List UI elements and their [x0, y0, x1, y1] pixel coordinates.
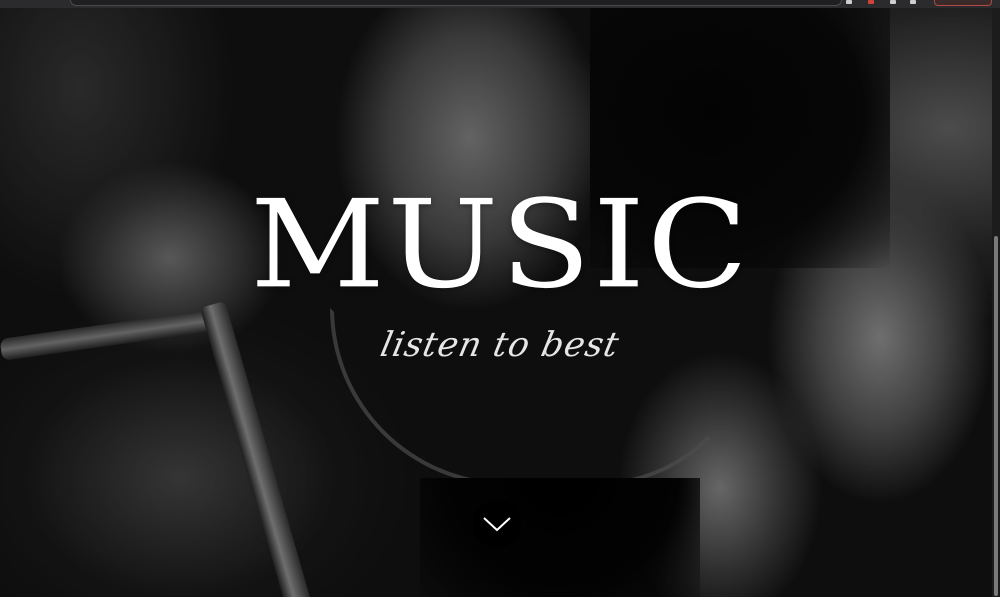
- extension-icon[interactable]: [868, 0, 874, 4]
- scroll-down-button[interactable]: [473, 500, 521, 548]
- profile-button[interactable]: [934, 0, 992, 6]
- scrollbar[interactable]: [992, 8, 1000, 597]
- chevron-down-icon: [483, 517, 511, 532]
- hero-subtitle: listen to best: [376, 325, 624, 365]
- extension-icon[interactable]: [890, 0, 896, 4]
- extension-icon[interactable]: [846, 0, 852, 4]
- extensions-puzzle-icon[interactable]: [910, 0, 916, 4]
- scrollbar-thumb[interactable]: [994, 236, 998, 596]
- hero-title: MUSIC: [250, 174, 750, 316]
- address-bar[interactable]: [70, 0, 842, 6]
- browser-toolbar: [0, 0, 1000, 8]
